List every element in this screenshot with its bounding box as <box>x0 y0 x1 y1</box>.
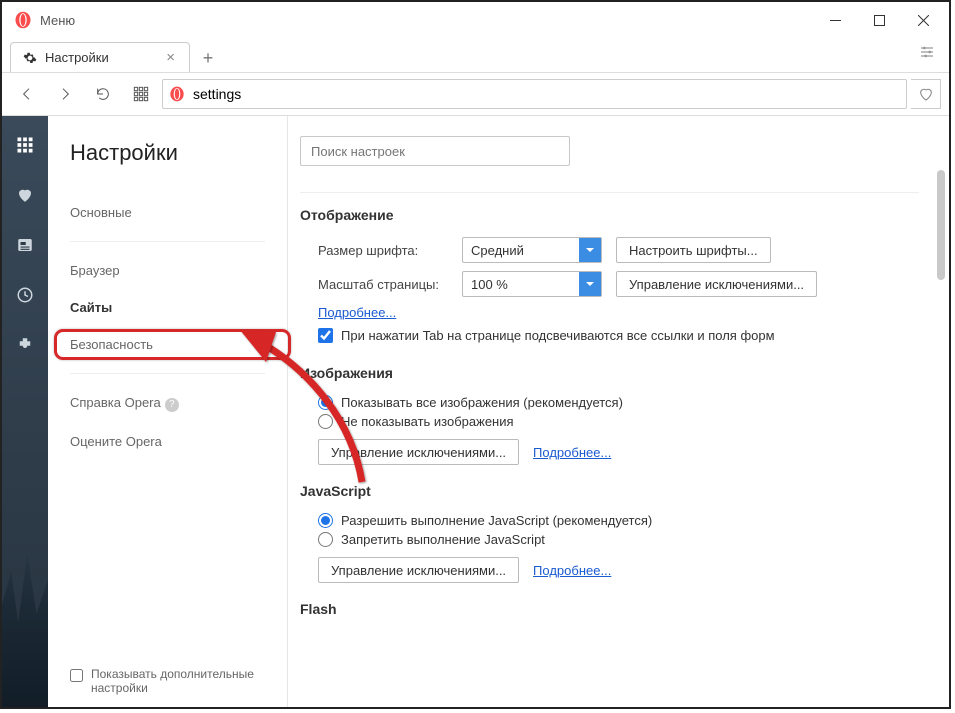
divider <box>300 192 919 193</box>
sidebar-item-security[interactable]: Безопасность <box>70 326 265 363</box>
zoom-exceptions-button[interactable]: Управление исключениями... <box>616 271 817 297</box>
show-advanced-checkbox[interactable]: Показывать дополнительные настройки <box>70 667 265 695</box>
help-icon: ? <box>165 398 179 412</box>
easy-setup-icon[interactable] <box>919 44 935 63</box>
reload-button[interactable] <box>86 79 120 109</box>
maximize-button[interactable] <box>857 5 901 35</box>
menu-label[interactable]: Меню <box>40 13 75 28</box>
titlebar: Меню <box>2 2 949 38</box>
js-allow-radio[interactable]: Разрешить выполнение JavaScript (рекомен… <box>318 513 919 528</box>
tab-label: Настройки <box>45 50 109 65</box>
tabbar: Настройки × + <box>2 38 949 72</box>
section-images-title: Изображения <box>300 365 919 381</box>
omnibox[interactable] <box>162 79 907 109</box>
rail-bookmarks-icon[interactable] <box>14 184 36 206</box>
settings-main: Отображение Размер шрифта: Средний Настр… <box>288 116 949 707</box>
search-settings-input[interactable] <box>300 136 570 166</box>
page-title: Настройки <box>70 140 265 166</box>
sidebar-item-sites[interactable]: Сайты <box>70 289 265 326</box>
opera-logo-icon <box>14 11 32 29</box>
bookmark-heart-icon[interactable] <box>911 79 941 109</box>
images-exceptions-button[interactable]: Управление исключениями... <box>318 439 519 465</box>
back-button[interactable] <box>10 79 44 109</box>
minimize-button[interactable] <box>813 5 857 35</box>
chevron-down-icon <box>579 238 601 262</box>
tab-highlight-checkbox[interactable]: При нажатии Tab на странице подсвечивают… <box>318 328 919 343</box>
rail-background <box>2 537 48 707</box>
font-size-row: Размер шрифта: Средний Настроить шрифты.… <box>318 237 919 263</box>
forward-button[interactable] <box>48 79 82 109</box>
section-javascript-title: JavaScript <box>300 483 919 499</box>
divider <box>70 373 265 374</box>
section-flash-title: Flash <box>300 601 919 617</box>
js-more-link[interactable]: Подробнее... <box>533 563 611 578</box>
images-more-link[interactable]: Подробнее... <box>533 445 611 460</box>
display-more-link[interactable]: Подробнее... <box>318 305 396 320</box>
images-show-all-radio[interactable]: Показывать все изображения (рекомендуетс… <box>318 395 919 410</box>
chevron-down-icon <box>579 272 601 296</box>
rail-extensions-icon[interactable] <box>14 334 36 356</box>
font-size-select[interactable]: Средний <box>462 237 602 263</box>
show-advanced-input[interactable] <box>70 669 83 682</box>
js-block-radio[interactable]: Запретить выполнение JavaScript <box>318 532 919 547</box>
images-hide-radio[interactable]: Не показывать изображения <box>318 414 919 429</box>
customize-fonts-button[interactable]: Настроить шрифты... <box>616 237 771 263</box>
js-exceptions-button[interactable]: Управление исключениями... <box>318 557 519 583</box>
rail-news-icon[interactable] <box>14 234 36 256</box>
addressbar <box>2 72 949 116</box>
sidebar-item-browser[interactable]: Браузер <box>70 252 265 289</box>
sidebar-item-basic[interactable]: Основные <box>70 194 265 231</box>
page-zoom-label: Масштаб страницы: <box>318 277 448 292</box>
opera-url-icon <box>169 86 185 102</box>
page-zoom-row: Масштаб страницы: 100 % Управление исклю… <box>318 271 919 297</box>
sidebar-item-help[interactable]: Справка Opera? <box>70 384 265 423</box>
tab-settings[interactable]: Настройки × <box>10 42 190 72</box>
font-size-label: Размер шрифта: <box>318 243 448 258</box>
section-display-title: Отображение <box>300 207 919 223</box>
divider <box>70 241 265 242</box>
new-tab-button[interactable]: + <box>194 44 222 72</box>
scrollbar-thumb[interactable] <box>937 170 945 280</box>
rail-history-icon[interactable] <box>14 284 36 306</box>
settings-sidebar: Настройки Основные Браузер Сайты Безопас… <box>48 116 288 707</box>
tab-highlight-input[interactable] <box>318 328 333 343</box>
close-window-button[interactable] <box>901 5 945 35</box>
rail-speeddial-icon[interactable] <box>14 134 36 156</box>
gear-icon <box>23 51 37 65</box>
close-tab-icon[interactable]: × <box>166 50 175 65</box>
url-input[interactable] <box>193 86 900 102</box>
sidebar-item-rate[interactable]: Оцените Opera <box>70 423 265 460</box>
speeddial-icon[interactable] <box>124 79 158 109</box>
page-zoom-select[interactable]: 100 % <box>462 271 602 297</box>
left-rail <box>2 116 48 707</box>
